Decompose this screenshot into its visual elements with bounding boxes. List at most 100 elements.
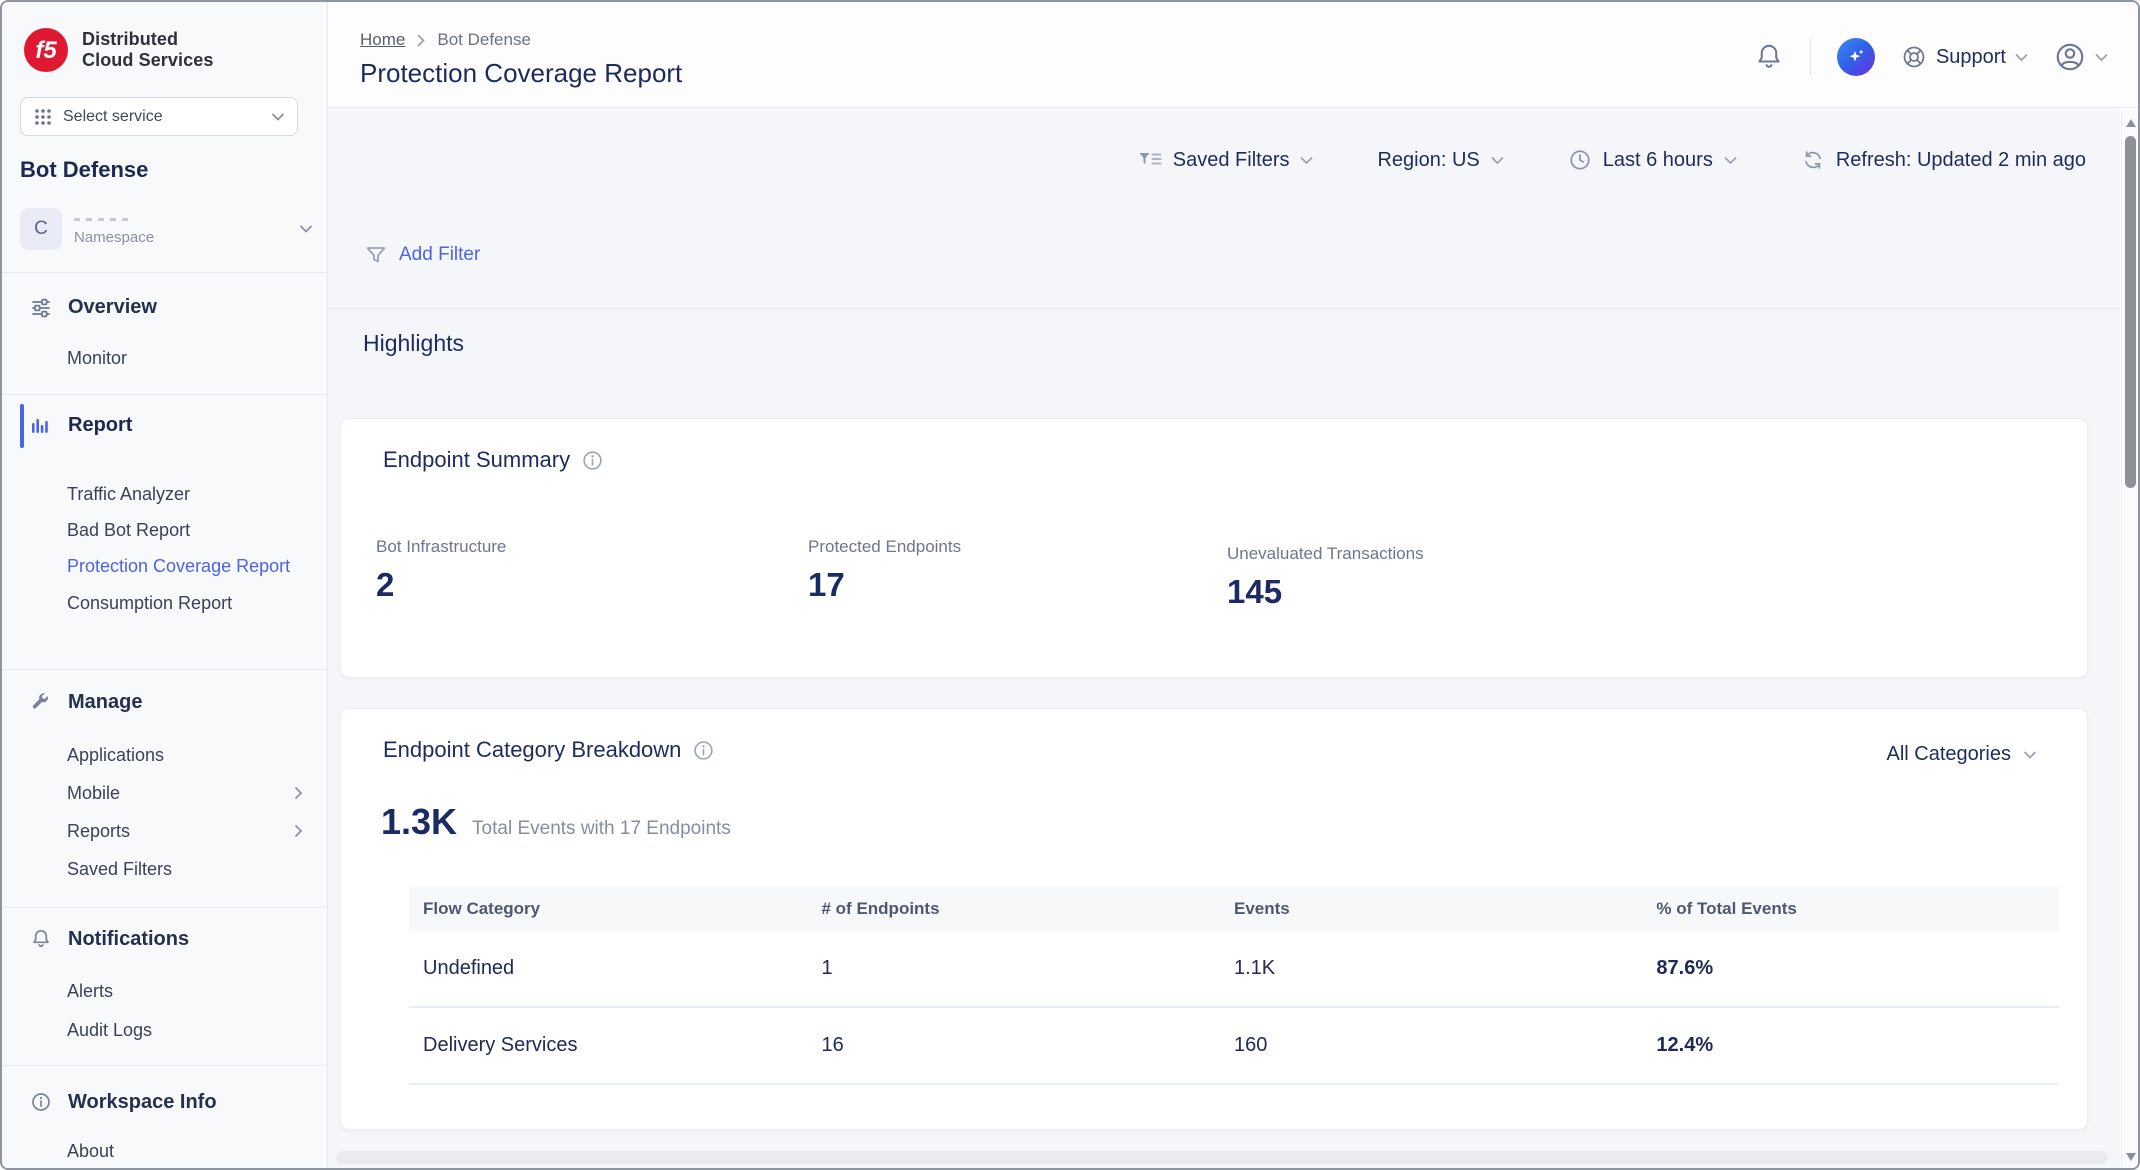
- metric-bot-infrastructure: Bot Infrastructure 2: [376, 537, 506, 604]
- info-circle-icon[interactable]: [581, 449, 604, 472]
- user-avatar-icon: [2054, 41, 2086, 73]
- brand-name-line1: Distributed: [82, 29, 213, 50]
- scroll-down-arrow[interactable]: [2126, 1153, 2136, 1161]
- sidebar-item-monitor[interactable]: Monitor: [67, 346, 303, 370]
- sidebar-divider: [2, 1065, 327, 1066]
- table-header-row: Flow Category # of Endpoints Events % of…: [409, 887, 2059, 931]
- filters-toolbar: Saved Filters Region: US: [1138, 148, 2086, 172]
- chevron-down-icon: [1724, 156, 1737, 165]
- total-events-caption: Total Events with 17 Endpoints: [472, 818, 731, 840]
- info-circle-icon: [30, 1091, 52, 1113]
- sidebar-item-about[interactable]: About: [67, 1139, 303, 1163]
- account-menu[interactable]: [2054, 41, 2108, 73]
- sidebar-section-label: Workspace Info: [68, 1091, 217, 1114]
- sidebar-item-mobile[interactable]: Mobile: [67, 781, 303, 805]
- region-dropdown[interactable]: Region: US: [1377, 149, 1503, 172]
- sidebar-section-manage[interactable]: Manage: [30, 688, 313, 716]
- sidebar-item-protection-coverage-report[interactable]: Protection Coverage Report: [67, 554, 303, 578]
- breadcrumb-current: Bot Defense: [437, 30, 531, 50]
- svg-text:f5: f5: [35, 37, 57, 64]
- chevron-down-icon: [1491, 156, 1504, 165]
- metric-protected-endpoints: Protected Endpoints 17: [808, 537, 961, 604]
- report-bar-chart-icon: [30, 414, 52, 436]
- refresh-status[interactable]: Refresh: Updated 2 min ago: [1801, 148, 2086, 172]
- sidebar-item-alerts[interactable]: Alerts: [67, 979, 303, 1003]
- sidebar-item-saved-filters[interactable]: Saved Filters: [67, 857, 303, 881]
- sidebar-divider: [2, 272, 327, 273]
- ai-assistant-icon[interactable]: [1837, 38, 1875, 76]
- sidebar-item-applications[interactable]: Applications: [67, 743, 303, 767]
- endpoint-summary-card: Endpoint Summary Bot Infrastructure 2 Pr…: [340, 418, 2088, 678]
- card-title: Endpoint Category Breakdown: [383, 737, 681, 763]
- chevron-down-icon: [1300, 156, 1313, 165]
- product-title: Bot Defense: [20, 157, 148, 183]
- table-row: Undefined 1 1.1K 87.6%: [409, 931, 2059, 1008]
- page-title: Protection Coverage Report: [360, 58, 682, 89]
- apps-grid-icon: [33, 107, 53, 127]
- category-breakdown-table: Flow Category # of Endpoints Events % of…: [409, 887, 2059, 1085]
- sidebar-item-consumption-report[interactable]: Consumption Report: [67, 591, 303, 615]
- add-filter-button[interactable]: Add Filter: [364, 244, 480, 266]
- clock-icon: [1568, 148, 1592, 172]
- scrollbar-thumb[interactable]: [2125, 136, 2136, 488]
- saved-filters-dropdown[interactable]: Saved Filters: [1138, 149, 1314, 172]
- sidebar-item-traffic-analyzer[interactable]: Traffic Analyzer: [67, 482, 303, 506]
- app-window: f5 Distributed Cloud Services Select ser…: [0, 0, 2140, 1170]
- support-label: Support: [1936, 46, 2006, 69]
- sidebar-divider: [2, 669, 327, 670]
- brand-logo: f5 Distributed Cloud Services: [22, 26, 213, 74]
- sidebar-section-report[interactable]: Report: [30, 411, 313, 439]
- chevron-down-icon: [2023, 750, 2037, 760]
- time-range-dropdown[interactable]: Last 6 hours: [1568, 148, 1737, 172]
- support-menu[interactable]: Support: [1901, 44, 2028, 70]
- sidebar: f5 Distributed Cloud Services Select ser…: [2, 2, 328, 1168]
- header-divider: [1810, 39, 1811, 75]
- horizontal-scrollbar[interactable]: [336, 1151, 2108, 1164]
- namespace-selector[interactable]: C Namespace: [20, 205, 313, 253]
- life-ring-icon: [1901, 44, 1927, 70]
- namespace-label: Namespace: [74, 229, 287, 246]
- brand-name-line2: Cloud Services: [82, 50, 213, 71]
- overview-icon: [30, 296, 52, 318]
- scroll-up-arrow[interactable]: [2126, 119, 2136, 127]
- sidebar-section-label: Report: [68, 414, 132, 437]
- refresh-icon: [1801, 148, 1825, 172]
- total-events-stat: 1.3K Total Events with 17 Endpoints: [381, 801, 731, 843]
- notifications-bell-icon[interactable]: [1754, 42, 1784, 72]
- header-actions: Support: [1754, 34, 2108, 80]
- sidebar-item-reports[interactable]: Reports: [67, 819, 303, 843]
- sidebar-section-label: Manage: [68, 691, 142, 714]
- info-circle-icon[interactable]: [692, 739, 715, 762]
- service-select-dropdown[interactable]: Select service: [20, 97, 298, 136]
- chevron-right-icon: [294, 824, 303, 838]
- card-title: Endpoint Summary: [383, 447, 570, 473]
- chevron-down-icon: [299, 224, 313, 234]
- sidebar-item-audit-logs[interactable]: Audit Logs: [67, 1018, 303, 1042]
- sidebar-divider: [2, 907, 327, 908]
- sidebar-item-bad-bot-report[interactable]: Bad Bot Report: [67, 518, 303, 542]
- chevron-down-icon: [2095, 53, 2108, 62]
- sidebar-divider: [2, 394, 327, 395]
- top-header: Home Bot Defense Protection Coverage Rep…: [328, 2, 2138, 108]
- sidebar-section-overview[interactable]: Overview: [30, 293, 313, 321]
- total-events-value: 1.3K: [381, 801, 457, 843]
- namespace-avatar: C: [20, 208, 62, 250]
- breadcrumb: Home Bot Defense: [360, 30, 531, 50]
- main-area: Home Bot Defense Protection Coverage Rep…: [328, 2, 2138, 1168]
- filter-lines-icon: [1138, 150, 1162, 170]
- section-divider: [328, 308, 2120, 309]
- active-section-indicator: [20, 404, 24, 448]
- content-area: Saved Filters Region: US: [328, 108, 2120, 1168]
- sidebar-section-workspace-info[interactable]: Workspace Info: [30, 1088, 313, 1116]
- breadcrumb-home-link[interactable]: Home: [360, 30, 405, 50]
- f5-logo-icon: f5: [22, 26, 70, 74]
- highlights-heading: Highlights: [363, 330, 464, 357]
- wrench-icon: [30, 691, 52, 713]
- chevron-down-icon: [271, 112, 285, 122]
- sidebar-section-notifications[interactable]: Notifications: [30, 925, 313, 953]
- category-filter-dropdown[interactable]: All Categories: [1886, 743, 2037, 766]
- namespace-value-redacted: [74, 218, 130, 221]
- sidebar-section-label: Notifications: [68, 928, 189, 951]
- metric-unevaluated-transactions: Unevaluated Transactions 145: [1227, 544, 1424, 611]
- sidebar-section-label: Overview: [68, 296, 157, 319]
